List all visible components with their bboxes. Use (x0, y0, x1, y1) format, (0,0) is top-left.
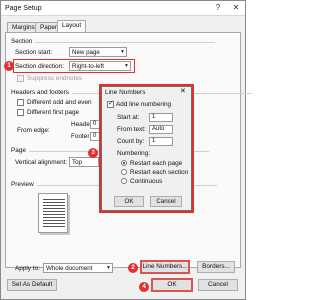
start-at-input[interactable]: 1 (149, 113, 173, 122)
different-odd-even-label: Different odd and even (27, 99, 92, 106)
count-by-label: Count by: (117, 138, 145, 145)
line-numbers-dialog: Line Numbers ✕ Add line numbering Start … (101, 86, 192, 211)
add-line-numbering-label: Add line numbering (116, 101, 172, 108)
apply-to-select[interactable]: Whole document ▼ (43, 263, 113, 273)
step-badge-1: 1 (4, 61, 14, 71)
different-first-page-label: Different first page (27, 109, 80, 116)
ok-button[interactable]: OK (151, 278, 193, 292)
different-first-page-checkbox[interactable] (17, 109, 24, 116)
section-start-value: New page (72, 49, 100, 56)
section-start-label: Section start: (15, 49, 53, 56)
vertical-alignment-value: Top (72, 159, 82, 166)
close-icon[interactable]: ✕ (229, 3, 243, 14)
tab-layout[interactable]: Layout (57, 20, 87, 32)
line-numbers-button[interactable]: Line Numbers... (140, 260, 190, 274)
continuous-radio[interactable] (121, 178, 127, 184)
apply-to-label: Apply to: (15, 265, 40, 272)
help-icon[interactable]: ? (211, 3, 225, 14)
vertical-alignment-select[interactable]: Top (69, 157, 99, 167)
restart-each-page-radio[interactable] (121, 160, 127, 166)
from-text-input[interactable]: Auto (149, 125, 173, 134)
line-numbers-dialog-title: Line Numbers (105, 89, 146, 96)
highlight-section-direction (13, 59, 135, 73)
chevron-down-icon: ▼ (106, 265, 111, 271)
suppress-endnotes-checkbox[interactable] (17, 75, 24, 82)
close-icon[interactable]: ✕ (180, 87, 186, 95)
step-badge-4: 4 (139, 282, 149, 292)
headers-footers-heading: Headers and footers (11, 89, 252, 96)
restart-each-section-radio[interactable] (121, 169, 127, 175)
line-numbers-cancel-button[interactable]: Cancel (150, 196, 182, 207)
restart-each-page-label: Restart each page (130, 160, 183, 167)
header-distance-input[interactable]: 0 (90, 120, 100, 129)
apply-to-value: Whole document (46, 265, 93, 272)
title-bar: Page Setup ? ✕ (1, 1, 245, 16)
count-by-input[interactable]: 1 (149, 137, 173, 146)
step-badge-2: 2 (128, 263, 138, 273)
section-heading: Section (11, 38, 219, 45)
line-numbers-ok-button[interactable]: OK (114, 196, 144, 207)
vertical-alignment-label: Vertical alignment: (15, 159, 68, 166)
page-heading: Page (11, 147, 209, 154)
continuous-label: Continuous (130, 178, 163, 185)
suppress-endnotes-label: Suppress endnotes (27, 75, 83, 82)
start-at-label: Start at: (117, 114, 140, 121)
different-odd-even-checkbox[interactable] (17, 99, 24, 106)
chevron-down-icon: ▼ (120, 49, 125, 55)
borders-button[interactable]: Borders... (197, 261, 235, 273)
add-line-numbering-checkbox[interactable] (107, 99, 114, 108)
footer-distance-input[interactable]: 0 (90, 132, 100, 141)
step-badge-3: 3 (88, 148, 98, 158)
footer-label: Footer: (71, 133, 92, 140)
section-start-select[interactable]: New page ▼ (69, 47, 127, 57)
set-as-default-button[interactable]: Set As Default (7, 279, 57, 291)
numbering-label: Numbering: (117, 150, 151, 157)
cancel-button[interactable]: Cancel (198, 279, 238, 291)
page-preview (38, 193, 68, 233)
preview-heading: Preview (11, 181, 215, 188)
restart-each-section-label: Restart each section (130, 169, 189, 176)
window-title: Page Setup (5, 5, 42, 12)
from-text-label: From text: (117, 126, 146, 133)
from-edge-label: From edge: (17, 127, 50, 134)
